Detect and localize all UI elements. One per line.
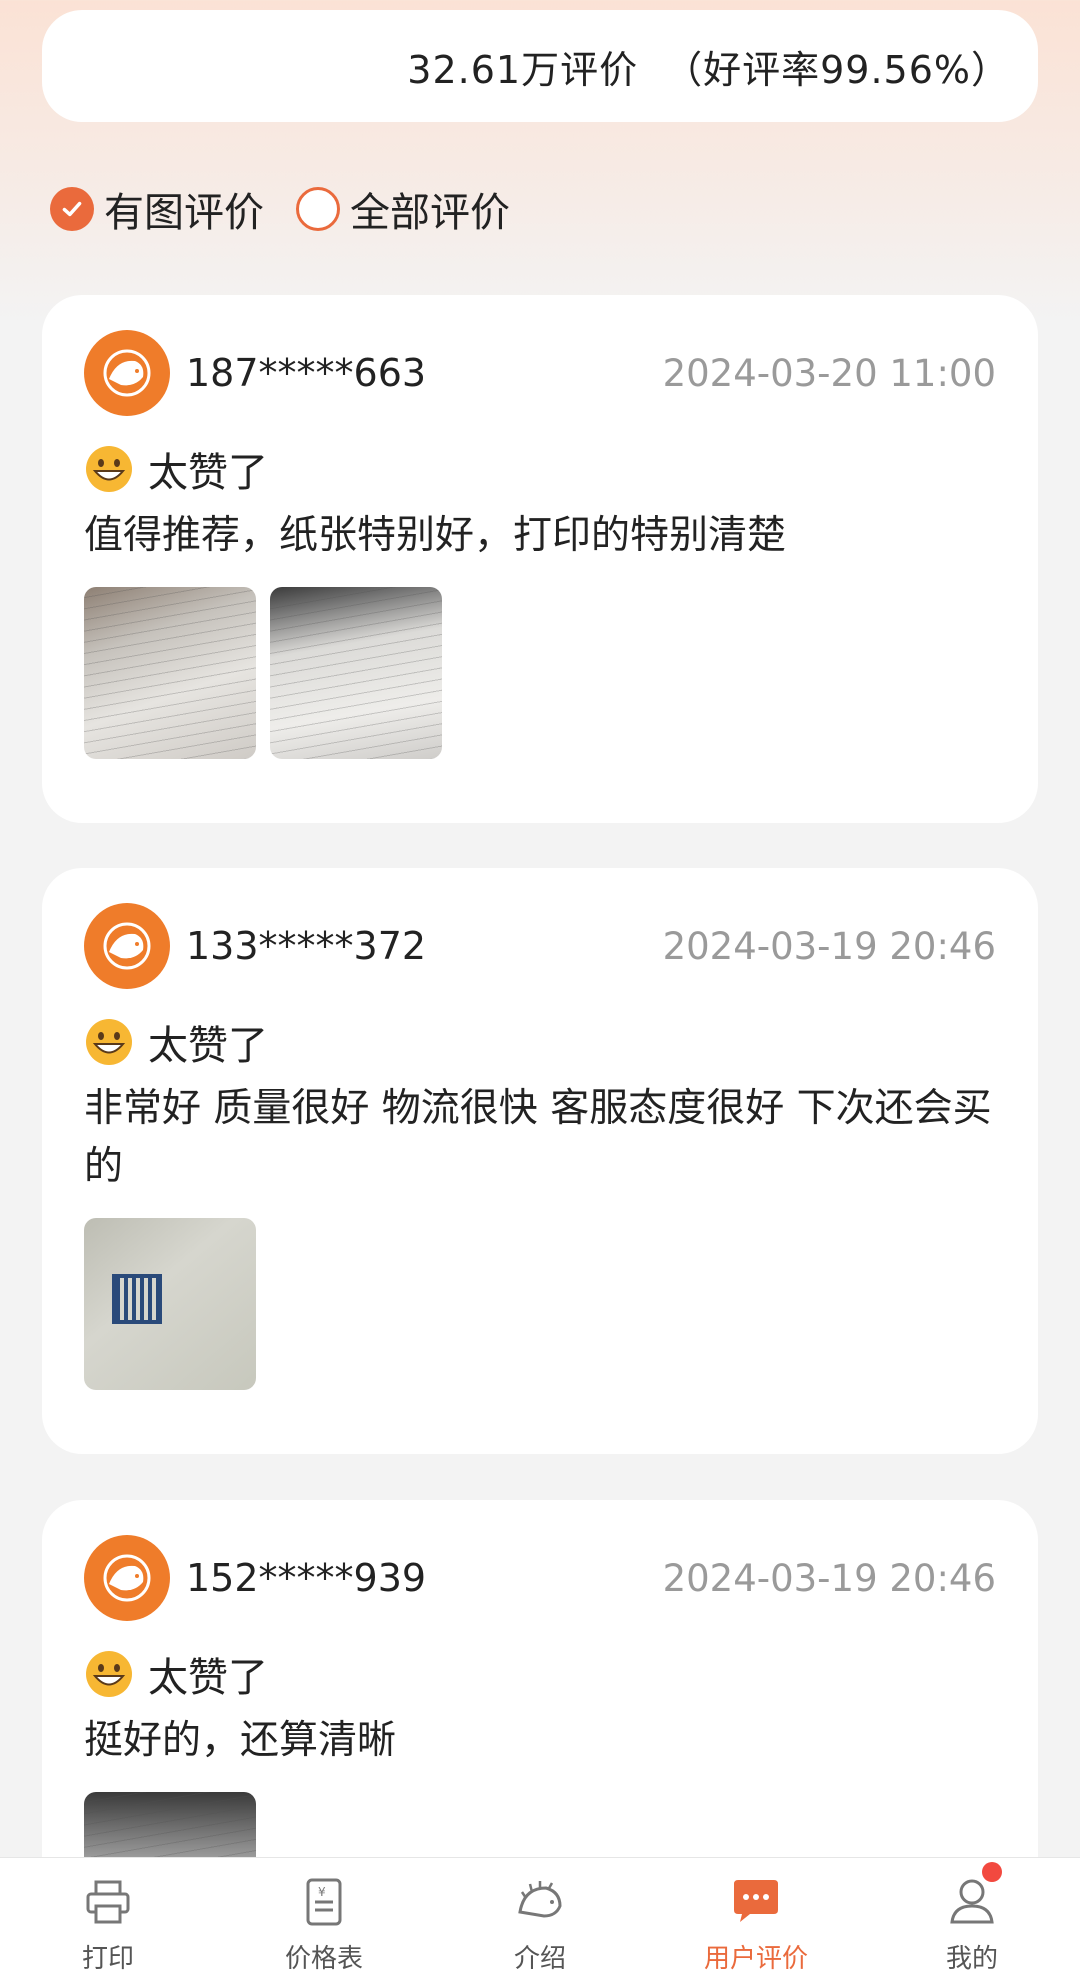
checked-radio-icon bbox=[50, 187, 94, 231]
price-list-icon: ¥ bbox=[306, 1878, 342, 1926]
tab-label: 打印 bbox=[81, 1944, 134, 1974]
review-photo[interactable] bbox=[270, 587, 442, 759]
notification-badge bbox=[982, 1862, 1002, 1882]
grinning-face-icon bbox=[86, 1651, 132, 1697]
reviewer-name: 133*****372 bbox=[186, 924, 427, 968]
filter-label: 全部评价 bbox=[350, 190, 510, 236]
filter-all-reviews[interactable]: 全部评价 bbox=[296, 180, 510, 238]
rating-label: 太赞了 bbox=[148, 1655, 268, 1701]
tab-label: 用户评价 bbox=[703, 1944, 808, 1974]
filter-label: 有图评价 bbox=[104, 190, 264, 236]
review-card[interactable]: 133*****372 2024-03-19 20:46 太赞了 非常好 质量很… bbox=[42, 868, 1038, 1454]
tab-label: 我的 bbox=[945, 1944, 998, 1974]
profile-icon bbox=[950, 1879, 994, 1924]
review-comment: 值得推荐，纸张特别好，打印的特别清楚 bbox=[84, 513, 787, 558]
review-time: 2024-03-19 20:46 bbox=[662, 1556, 996, 1600]
chat-bubble-icon bbox=[734, 1880, 778, 1922]
hedgehog-logo-icon bbox=[103, 922, 151, 970]
hedgehog-logo-icon bbox=[103, 1554, 151, 1602]
unchecked-radio-icon bbox=[296, 187, 340, 231]
tab-label: 价格表 bbox=[284, 1944, 363, 1974]
tab-intro[interactable]: 介绍 bbox=[432, 1858, 648, 1976]
review-count: 32.61万评价 bbox=[407, 47, 639, 92]
grinning-face-icon bbox=[86, 446, 132, 492]
reviewer-name: 152*****939 bbox=[186, 1556, 427, 1600]
tab-print[interactable]: 打印 bbox=[0, 1858, 216, 1976]
tab-mine[interactable]: 我的 bbox=[864, 1858, 1080, 1976]
review-comment: 挺好的，还算清晰 bbox=[84, 1718, 397, 1763]
filter-with-photos[interactable]: 有图评价 bbox=[50, 180, 264, 238]
review-comment: 非常好 质量很好 物流很快 客服态度很好 下次还会买的 bbox=[84, 1086, 992, 1189]
avatar bbox=[84, 903, 170, 989]
avatar bbox=[84, 330, 170, 416]
review-photo[interactable] bbox=[84, 1218, 256, 1390]
tab-label: 介绍 bbox=[513, 1944, 566, 1974]
printer-icon bbox=[86, 1880, 130, 1924]
hedgehog-icon bbox=[518, 1881, 562, 1918]
review-time: 2024-03-19 20:46 bbox=[662, 924, 996, 968]
grinning-face-icon bbox=[86, 1019, 132, 1065]
reviewer-name: 187*****663 bbox=[186, 351, 427, 395]
rating-label: 太赞了 bbox=[148, 450, 268, 496]
hedgehog-logo-icon bbox=[103, 349, 151, 397]
rating-summary: 32.61万评价 （好评率99.56%） bbox=[42, 10, 1038, 122]
positive-rate: （好评率99.56%） bbox=[664, 47, 1010, 92]
rating-label: 太赞了 bbox=[148, 1023, 268, 1069]
review-filters: 有图评价 全部评价 bbox=[50, 180, 542, 238]
svg-text:¥: ¥ bbox=[318, 1885, 326, 1899]
bottom-tab-bar: 打印 ¥ 价格表 介绍 用户评价 我的 bbox=[0, 1857, 1080, 1976]
review-time: 2024-03-20 11:00 bbox=[662, 351, 996, 395]
tab-price-list[interactable]: ¥ 价格表 bbox=[216, 1858, 432, 1976]
review-card[interactable]: 187*****663 2024-03-20 11:00 太赞了 值得推荐，纸张… bbox=[42, 295, 1038, 823]
avatar bbox=[84, 1535, 170, 1621]
tab-user-reviews[interactable]: 用户评价 bbox=[648, 1858, 864, 1976]
review-photo[interactable] bbox=[84, 587, 256, 759]
